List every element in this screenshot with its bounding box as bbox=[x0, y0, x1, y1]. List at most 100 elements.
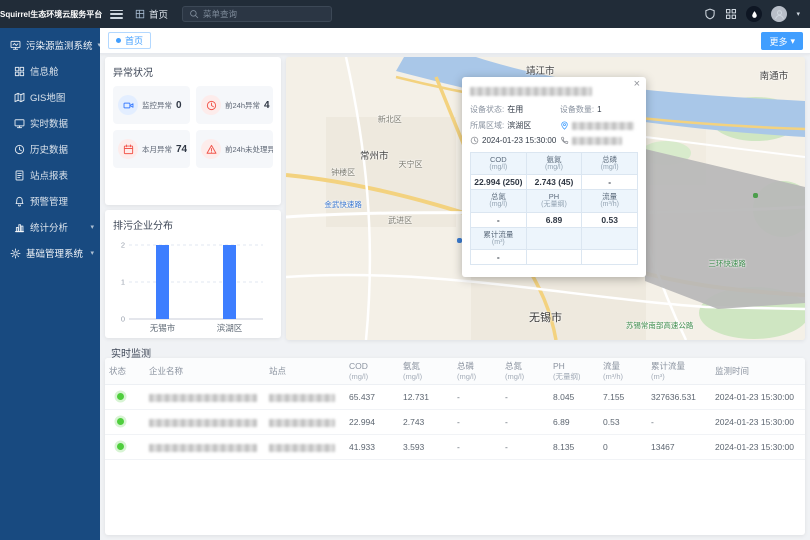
column-tp: 总磷(mg/l) bbox=[453, 358, 501, 385]
sidebar-label: 站点报表 bbox=[30, 168, 68, 182]
sidebar-item-info-cabin[interactable]: 信息舱 bbox=[0, 58, 100, 84]
sidebar-item-realtime-data[interactable]: 实时数据 bbox=[0, 110, 100, 136]
history-icon bbox=[14, 144, 25, 155]
column-time: 监测时间 bbox=[711, 358, 805, 385]
svg-text:2: 2 bbox=[121, 241, 125, 250]
sidebar-label: GIS地图 bbox=[30, 90, 65, 104]
avatar[interactable] bbox=[771, 6, 787, 22]
popup-info: 设备状态: 在用 设备数量: 1 所属区域: 滨湖区 2024-01-23 15… bbox=[470, 104, 638, 145]
chevron-down-icon: ▾ bbox=[90, 223, 94, 231]
sidebar-item-statistics-analysis[interactable]: 统计分析 ▾ bbox=[0, 214, 100, 240]
map-icon bbox=[14, 92, 25, 103]
stat-value: 74 bbox=[176, 144, 187, 155]
calendar-icon bbox=[118, 139, 138, 159]
chevron-down-icon[interactable]: ▾ bbox=[796, 10, 800, 18]
station-info-popup: × 设备状态: 在用 设备数量: 1 所属区域: 滨湖区 2024-01-23 … bbox=[462, 77, 646, 277]
sidebar-item-alert-management[interactable]: 预警管理 bbox=[0, 188, 100, 214]
more-button[interactable]: 更多 ▾ bbox=[761, 32, 803, 50]
metric-label-row: COD(mg/l)氨氮(mg/l)总磷(mg/l) bbox=[471, 153, 638, 175]
status-dot-online bbox=[117, 393, 124, 400]
column-tn: 总氮(mg/l) bbox=[501, 358, 549, 385]
stat-last24h-unhandled-abnormal: 前24h未处理异常4 bbox=[196, 130, 273, 168]
breadcrumb-home[interactable]: 首页 bbox=[149, 7, 168, 21]
column-nh3n: 氨氮(mg/l) bbox=[399, 358, 453, 385]
popup-metrics-table: COD(mg/l)氨氮(mg/l)总磷(mg/l)22.994 (250)2.7… bbox=[470, 152, 638, 265]
enterprise-distribution-panel: 排污企业分布 012无锡市滨湖区 bbox=[105, 210, 281, 338]
tab-home-label: 首页 bbox=[125, 34, 143, 47]
abnormal-stats: 监控异常0 前24h异常 4 本月异常 74 前24h未处理异常4 bbox=[113, 86, 273, 168]
topbar: Squirrel生态环境云服务平台 首页 ▾ bbox=[0, 0, 810, 28]
sidebar-label: 基础管理系统 bbox=[26, 246, 83, 260]
chevron-down-icon: ▾ bbox=[98, 41, 102, 49]
gis-map[interactable]: 靖江市南通市常州市新北区钟楼区天宁区武进区无锡市金武快速路三环快速路苏锡常南部高… bbox=[286, 57, 805, 340]
realtime-section-title: 实时监测 bbox=[111, 345, 151, 360]
distribution-bar-chart: 012无锡市滨湖区 bbox=[113, 239, 269, 335]
metric-label-row: 累计流量(m³) bbox=[471, 227, 638, 249]
sidebar-label: 历史数据 bbox=[30, 142, 68, 156]
popup-title-blurred bbox=[470, 87, 592, 96]
stat-label: 前24h异常 bbox=[225, 100, 260, 111]
sidebar-label: 统计分析 bbox=[30, 220, 68, 234]
status-dot-online bbox=[117, 418, 124, 425]
sidebar-label: 预警管理 bbox=[30, 194, 68, 208]
blurred-company-name bbox=[149, 419, 257, 427]
chevron-down-icon: ▾ bbox=[90, 249, 94, 257]
phone-blurred bbox=[560, 136, 638, 145]
column-cod: COD(mg/l) bbox=[345, 358, 399, 385]
stat-label: 前24h未处理异常 bbox=[225, 144, 273, 155]
monitor-icon bbox=[14, 118, 25, 129]
pin-icon bbox=[560, 121, 569, 130]
blurred-station-name bbox=[269, 394, 335, 402]
blurred-station-name bbox=[269, 419, 335, 427]
search-input[interactable] bbox=[203, 9, 325, 19]
address-blurred bbox=[560, 121, 638, 130]
topbar-actions: ▾ bbox=[704, 6, 800, 22]
gear-icon bbox=[10, 248, 21, 259]
column-ph: PH(无量纲) bbox=[549, 358, 599, 385]
svg-text:无锡市: 无锡市 bbox=[150, 323, 176, 333]
abnormal-status-panel: 异常状况 监控异常0 前24h异常 4 本月异常 74 前24h未处理异常4 bbox=[105, 57, 281, 205]
search-icon bbox=[189, 9, 199, 19]
tab-home[interactable]: 首页 bbox=[108, 32, 151, 49]
sidebar-section-base-management-system[interactable]: 基础管理系统 ▾ bbox=[0, 240, 100, 266]
camera-icon bbox=[118, 95, 138, 115]
report-icon bbox=[14, 170, 25, 181]
grid-icon bbox=[14, 66, 25, 77]
stat-label: 本月异常 bbox=[142, 144, 172, 155]
stat-value: 4 bbox=[264, 100, 270, 111]
stat-monitor-abnormal: 监控异常0 bbox=[113, 86, 190, 124]
column-flow: 流量(m³/h) bbox=[599, 358, 647, 385]
stat-month-abnormal: 本月异常 74 bbox=[113, 130, 190, 168]
chevron-down-icon: ▾ bbox=[790, 36, 795, 47]
sidebar-label: 信息舱 bbox=[30, 64, 59, 78]
panel-title: 异常状况 bbox=[113, 64, 273, 79]
sidebar-item-history-data[interactable]: 历史数据 bbox=[0, 136, 100, 162]
svg-text:1: 1 bbox=[121, 278, 125, 287]
sidebar-item-gis-map[interactable]: GIS地图 bbox=[0, 84, 100, 110]
column-status: 状态 bbox=[105, 358, 145, 385]
clock-icon bbox=[470, 136, 479, 145]
menu-search[interactable] bbox=[182, 6, 332, 22]
monitor-time: 2024-01-23 15:30:00 bbox=[470, 136, 560, 145]
sidebar-item-site-report[interactable]: 站点报表 bbox=[0, 162, 100, 188]
table-row[interactable]: 22.9942.743--6.890.53-2024-01-23 15:30:0… bbox=[105, 410, 805, 435]
status-dot-online bbox=[117, 443, 124, 450]
column-company: 企业名称 bbox=[145, 358, 265, 385]
apps-grid-icon[interactable] bbox=[725, 8, 737, 20]
phone-icon bbox=[560, 136, 569, 145]
tags-bar: 首页 更多 ▾ bbox=[100, 28, 810, 54]
sidebar: 污染源监测系统▾信息舱GIS地图实时数据历史数据站点报表预警管理统计分析▾基础管… bbox=[0, 28, 100, 540]
svg-text:滨湖区: 滨湖区 bbox=[217, 323, 243, 333]
hamburger-icon[interactable] bbox=[110, 10, 123, 19]
sidebar-label: 实时数据 bbox=[30, 116, 68, 130]
sidebar-section-pollution-monitor-system[interactable]: 污染源监测系统▾ bbox=[0, 32, 100, 58]
shield-icon[interactable] bbox=[704, 8, 716, 20]
table-row[interactable]: 65.43712.731--8.0457.155327636.5312024-0… bbox=[105, 385, 805, 410]
table-row[interactable]: 41.9333.593--8.1350134672024-01-23 15:30… bbox=[105, 435, 805, 460]
blurred-company-name bbox=[149, 444, 257, 452]
metric-label-row: 总氮(mg/l)PH(无量纲)流量(m³/h) bbox=[471, 190, 638, 212]
water-drop-icon[interactable] bbox=[746, 6, 762, 22]
stat-value: 0 bbox=[176, 100, 182, 111]
close-icon[interactable]: × bbox=[634, 78, 640, 90]
metric-value-row: 22.994 (250)2.743 (45)- bbox=[471, 175, 638, 190]
